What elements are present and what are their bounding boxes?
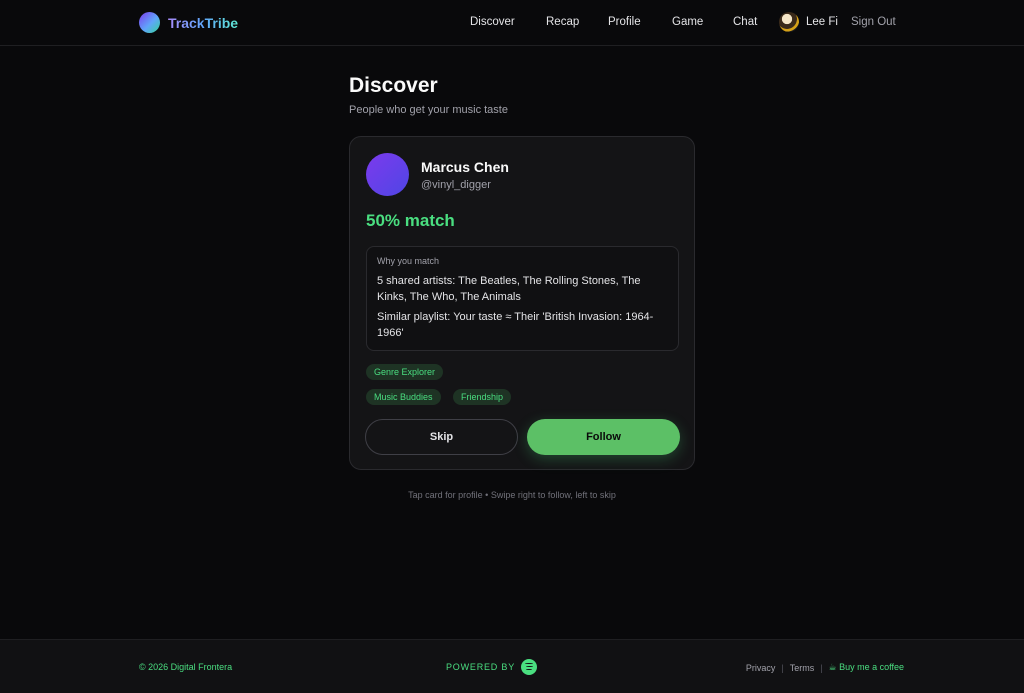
terms-link[interactable]: Terms [790, 663, 815, 673]
follow-button[interactable]: Follow [527, 419, 680, 455]
match-reason-artists: 5 shared artists: The Beatles, The Rolli… [377, 275, 641, 303]
footer-divider: | [781, 662, 784, 673]
buy-me-a-coffee-link[interactable]: ☕ Buy me a coffee [829, 662, 904, 673]
match-card[interactable]: Marcus Chen @vinyl_digger 50% match Why … [349, 136, 695, 470]
gesture-hint: Tap card for profile • Swipe right to fo… [408, 490, 616, 500]
powered-by-spotify: POWERED BY [446, 659, 538, 675]
match-percentage: 50% match [366, 211, 455, 230]
tag-friendship: Friendship [453, 389, 512, 405]
user-name[interactable]: Lee Fi [806, 16, 838, 28]
match-name: Marcus Chen [421, 159, 509, 175]
match-reason-playlist: Similar playlist: Your taste ≈ Their 'Br… [377, 311, 654, 339]
nav-link-recap[interactable]: Recap [546, 16, 579, 28]
sign-out-link[interactable]: Sign Out [851, 16, 896, 28]
nav-link-game[interactable]: Game [672, 16, 703, 28]
privacy-link[interactable]: Privacy [746, 663, 776, 673]
match-avatar [366, 153, 409, 196]
match-reasons-title: Why you match [377, 256, 440, 266]
skip-button[interactable]: Skip [365, 419, 518, 455]
match-reasons-box: Why you match 5 shared artists: The Beat… [366, 246, 679, 351]
tag-genre-explorer: Genre Explorer [366, 364, 444, 380]
top-navbar: TrackTribe Discover Recap Profile Game C… [0, 0, 1024, 46]
tag-music-buddies: Music Buddies [366, 389, 441, 405]
spotify-icon [521, 659, 538, 675]
page-title: Discover [349, 74, 438, 97]
footer-links: Privacy | Terms | ☕ Buy me a coffee [746, 662, 904, 673]
user-avatar[interactable] [779, 12, 799, 32]
nav-link-profile[interactable]: Profile [608, 16, 641, 28]
footer: © 2026 Digital Frontera POWERED BY Priva… [0, 639, 1024, 693]
copyright: © 2026 Digital Frontera [139, 662, 233, 672]
page-subtitle: People who get your music taste [349, 104, 508, 116]
footer-divider: | [820, 662, 823, 673]
nav-link-discover[interactable]: Discover [470, 16, 515, 28]
nav-link-chat[interactable]: Chat [733, 16, 757, 28]
match-handle: @vinyl_digger [421, 179, 491, 191]
powered-by-label: POWERED BY [446, 662, 516, 672]
